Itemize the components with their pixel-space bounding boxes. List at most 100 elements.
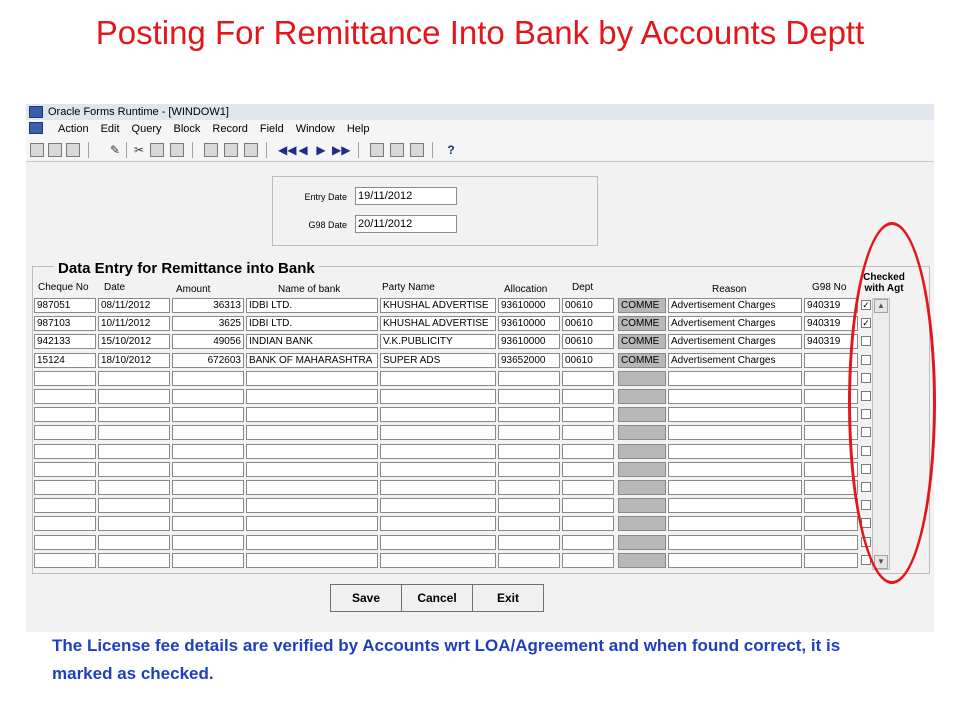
dept-cell[interactable] xyxy=(562,535,614,550)
comment-button[interactable] xyxy=(618,371,666,386)
amount-cell[interactable] xyxy=(172,425,244,440)
save-icon[interactable] xyxy=(30,143,44,157)
date-cell[interactable]: 08/11/2012 xyxy=(98,298,170,313)
date-cell[interactable]: 18/10/2012 xyxy=(98,353,170,368)
party-name-cell[interactable] xyxy=(380,407,496,422)
bank-name-cell[interactable] xyxy=(246,389,378,404)
comment-button[interactable] xyxy=(618,407,666,422)
bank-name-cell[interactable]: INDIAN BANK xyxy=(246,334,378,349)
party-name-cell[interactable] xyxy=(380,498,496,513)
allocation-cell[interactable]: 93610000 xyxy=(498,316,560,331)
party-name-cell[interactable] xyxy=(380,480,496,495)
menu-record[interactable]: Record xyxy=(206,120,253,138)
help-icon[interactable]: ? xyxy=(444,143,458,157)
dept-cell[interactable]: 00610 xyxy=(562,298,614,313)
bank-name-cell[interactable]: IDBI LTD. xyxy=(246,316,378,331)
dept-cell[interactable] xyxy=(562,516,614,531)
bank-name-cell[interactable] xyxy=(246,498,378,513)
amount-cell[interactable] xyxy=(172,444,244,459)
date-cell[interactable] xyxy=(98,462,170,477)
cheque-no-cell[interactable] xyxy=(34,462,96,477)
dept-cell[interactable] xyxy=(562,444,614,459)
bank-name-cell[interactable] xyxy=(246,480,378,495)
reason-cell[interactable]: Advertisement Charges xyxy=(668,334,802,349)
cancel-query-icon[interactable] xyxy=(244,143,258,157)
cancel-button[interactable]: Cancel xyxy=(401,584,473,612)
dept-cell[interactable] xyxy=(562,553,614,568)
dept-cell[interactable] xyxy=(562,480,614,495)
date-cell[interactable] xyxy=(98,535,170,550)
bank-name-cell[interactable] xyxy=(246,462,378,477)
amount-cell[interactable] xyxy=(172,498,244,513)
cheque-no-cell[interactable]: 15124 xyxy=(34,353,96,368)
dept-cell[interactable] xyxy=(562,407,614,422)
party-name-cell[interactable] xyxy=(380,553,496,568)
allocation-cell[interactable] xyxy=(498,516,560,531)
date-cell[interactable] xyxy=(98,389,170,404)
date-cell[interactable] xyxy=(98,407,170,422)
print-icon[interactable] xyxy=(48,143,62,157)
previous-record-icon[interactable]: ◀ xyxy=(296,143,310,157)
reason-cell[interactable] xyxy=(668,516,802,531)
reason-cell[interactable]: Advertisement Charges xyxy=(668,353,802,368)
g98-no-cell[interactable] xyxy=(804,480,858,495)
bank-name-cell[interactable] xyxy=(246,407,378,422)
reason-cell[interactable] xyxy=(668,389,802,404)
cheque-no-cell[interactable] xyxy=(34,535,96,550)
allocation-cell[interactable] xyxy=(498,425,560,440)
reason-cell[interactable]: Advertisement Charges xyxy=(668,316,802,331)
menu-help[interactable]: Help xyxy=(341,120,376,138)
amount-cell[interactable]: 36313 xyxy=(172,298,244,313)
date-cell[interactable]: 15/10/2012 xyxy=(98,334,170,349)
comment-button[interactable] xyxy=(618,462,666,477)
allocation-cell[interactable]: 93652000 xyxy=(498,353,560,368)
bank-name-cell[interactable] xyxy=(246,553,378,568)
menu-edit[interactable]: Edit xyxy=(95,120,126,138)
amount-cell[interactable] xyxy=(172,407,244,422)
dept-cell[interactable] xyxy=(562,425,614,440)
menu-field[interactable]: Field xyxy=(254,120,290,138)
date-cell[interactable] xyxy=(98,371,170,386)
dept-cell[interactable]: 00610 xyxy=(562,334,614,349)
reason-cell[interactable] xyxy=(668,444,802,459)
comment-button[interactable]: COMME xyxy=(618,334,666,349)
comment-button[interactable] xyxy=(618,498,666,513)
cheque-no-cell[interactable] xyxy=(34,425,96,440)
bank-name-cell[interactable] xyxy=(246,444,378,459)
menu-action[interactable]: Action xyxy=(52,120,95,138)
allocation-cell[interactable] xyxy=(498,553,560,568)
allocation-cell[interactable]: 93610000 xyxy=(498,298,560,313)
first-record-icon[interactable]: ◀◀ xyxy=(278,143,296,157)
g98-no-cell[interactable] xyxy=(804,535,858,550)
reason-cell[interactable] xyxy=(668,553,802,568)
execute-query-icon[interactable] xyxy=(224,143,238,157)
allocation-cell[interactable] xyxy=(498,462,560,477)
cheque-no-cell[interactable]: 942133 xyxy=(34,334,96,349)
dept-cell[interactable]: 00610 xyxy=(562,316,614,331)
cheque-no-cell[interactable] xyxy=(34,498,96,513)
party-name-cell[interactable] xyxy=(380,389,496,404)
delete-record-icon[interactable] xyxy=(390,143,404,157)
query-icon[interactable] xyxy=(204,143,218,157)
exit-button[interactable]: Exit xyxy=(472,584,544,612)
bank-name-cell[interactable]: IDBI LTD. xyxy=(246,298,378,313)
insert-record-icon[interactable] xyxy=(370,143,384,157)
party-name-cell[interactable]: SUPER ADS xyxy=(380,353,496,368)
g98-no-cell[interactable]: 940319 xyxy=(804,316,858,331)
print-setup-icon[interactable] xyxy=(66,143,80,157)
party-name-cell[interactable] xyxy=(380,516,496,531)
cheque-no-cell[interactable] xyxy=(34,516,96,531)
dept-cell[interactable] xyxy=(562,498,614,513)
allocation-cell[interactable] xyxy=(498,498,560,513)
allocation-cell[interactable] xyxy=(498,407,560,422)
clear-icon[interactable]: ✎ xyxy=(108,143,122,157)
reason-cell[interactable] xyxy=(668,480,802,495)
dept-cell[interactable] xyxy=(562,462,614,477)
comment-button[interactable] xyxy=(618,425,666,440)
entry-date-field[interactable]: 19/11/2012 xyxy=(355,187,457,205)
reason-cell[interactable] xyxy=(668,371,802,386)
g98-no-cell[interactable] xyxy=(804,498,858,513)
amount-cell[interactable] xyxy=(172,535,244,550)
paste-icon[interactable] xyxy=(170,143,184,157)
reason-cell[interactable] xyxy=(668,498,802,513)
